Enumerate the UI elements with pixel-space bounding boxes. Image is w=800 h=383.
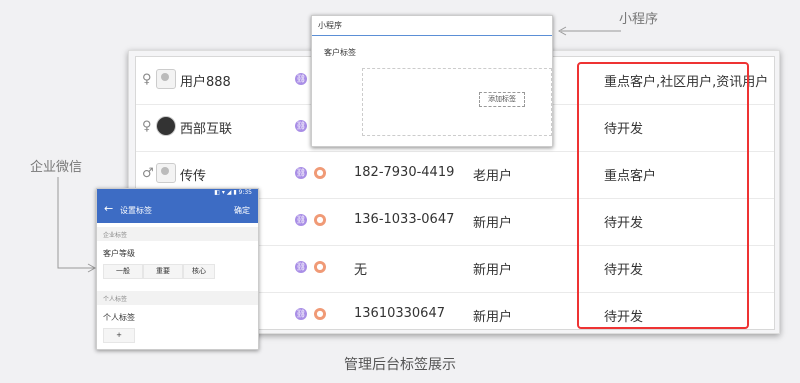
user-name: 西部互联 [180, 122, 233, 137]
tag-column-highlight [577, 62, 749, 329]
group-title-personal: 个人标签 [103, 313, 135, 322]
tag-chip-normal[interactable]: 一般 [103, 264, 143, 279]
user-type: 老用户 [473, 169, 513, 184]
user-type: 新用户 [473, 216, 513, 231]
link-icon[interactable]: ⛓ [295, 167, 307, 179]
confirm-button[interactable]: 确定 [234, 205, 250, 216]
enterprise-tag-section: 企业标签 [97, 227, 258, 241]
user-type: 新用户 [473, 263, 513, 278]
link-icon[interactable]: ⛓ [295, 120, 307, 132]
figure-caption: 管理后台标签展示 [344, 357, 456, 373]
personal-tag-section: 个人标签 [97, 291, 258, 305]
mini-program-panel: 小程序 客户标签 添加标签 [311, 15, 553, 147]
mini-program-label: 小程序 [619, 12, 659, 27]
section-label: 个人标签 [103, 296, 128, 303]
group-title-level: 客户等级 [103, 249, 135, 258]
link-icon[interactable]: ⛓ [295, 214, 307, 226]
link-icon[interactable]: ⛓ [295, 73, 307, 85]
customer-tag-label: 客户标签 [324, 48, 356, 57]
tag-chip-core[interactable]: 核心 [183, 264, 215, 279]
tag-chip-important[interactable]: 重要 [143, 264, 183, 279]
wecom-label: 企业微信 [30, 160, 83, 175]
avatar [156, 116, 176, 136]
add-personal-tag-button[interactable]: + [103, 328, 135, 343]
wecom-phone-panel: ◧ ▾ ◢ ▮ 9:35 ← 设置标签 确定 企业标签 客户等级 一般 重要 核… [96, 188, 259, 350]
status-bar: ◧ ▾ ◢ ▮ 9:35 [97, 189, 258, 198]
back-arrow-icon[interactable]: ← [104, 202, 113, 215]
phone-number: 无 [354, 263, 368, 278]
avatar [156, 163, 176, 183]
gender-icon: ♀ [142, 119, 152, 134]
section-label: 企业标签 [103, 232, 128, 239]
page-title: 设置标签 [120, 206, 152, 215]
contact-icon[interactable]: ● [314, 308, 326, 320]
phone-number: 136-1033-0647 [354, 212, 455, 227]
phone-number: 13610330647 [354, 306, 445, 321]
link-icon[interactable]: ⛓ [295, 308, 307, 320]
user-name: 用户888 [180, 75, 231, 90]
tab-mini-program[interactable]: 小程序 [318, 20, 342, 31]
link-icon[interactable]: ⛓ [295, 261, 307, 273]
contact-icon[interactable]: ● [314, 167, 326, 179]
mini-program-arrow-icon [557, 26, 621, 36]
contact-icon[interactable]: ● [314, 214, 326, 226]
phone-number: 182-7930-4419 [354, 165, 455, 180]
user-name: 传传 [180, 169, 207, 184]
avatar [156, 69, 176, 89]
mini-program-tabbar: 小程序 [312, 16, 552, 36]
wecom-arrow-icon [57, 177, 97, 273]
user-type: 新用户 [473, 310, 513, 325]
gender-icon: ♂ [142, 166, 154, 181]
add-tag-button[interactable]: 添加标签 [479, 92, 525, 107]
contact-icon[interactable]: ● [314, 261, 326, 273]
status-text: ◧ ▾ ◢ ▮ 9:35 [214, 189, 252, 196]
phone-header: ← 设置标签 确定 [97, 198, 258, 223]
gender-icon: ♀ [142, 72, 152, 87]
